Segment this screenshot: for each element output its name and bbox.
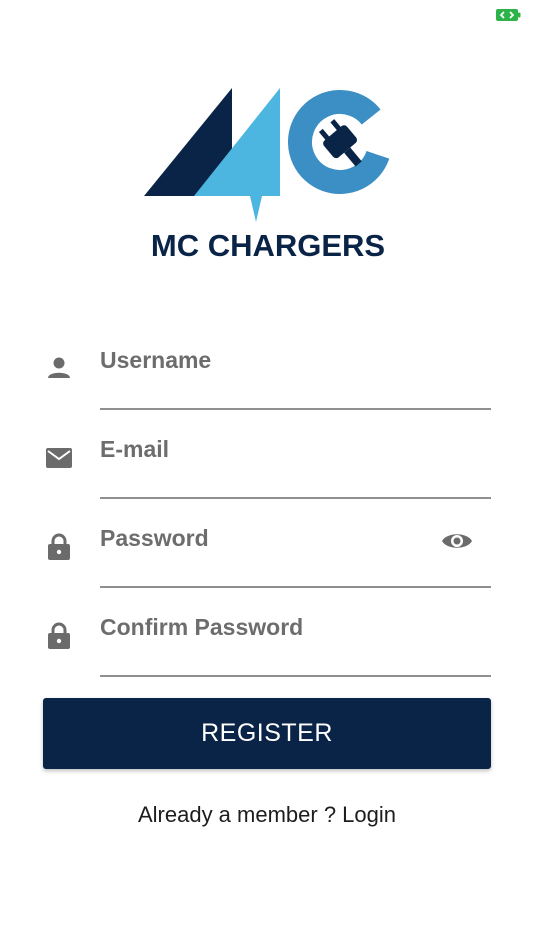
email-input[interactable] xyxy=(100,429,430,469)
mail-icon xyxy=(44,443,74,473)
login-prompt-text: Already a member ? xyxy=(137,802,343,827)
person-icon xyxy=(44,352,74,382)
register-button[interactable]: REGISTER xyxy=(43,698,491,769)
brand-logo: MC CHARGERS xyxy=(140,84,396,264)
confirm-password-underline xyxy=(100,675,491,677)
confirm-password-field-row xyxy=(0,607,534,687)
email-field-row xyxy=(0,429,534,509)
password-underline xyxy=(100,586,491,588)
password-field-row xyxy=(0,518,534,598)
login-prompt: Already a member ? Login xyxy=(0,802,534,828)
battery-charging-icon xyxy=(495,8,521,22)
show-password-eye-icon[interactable] xyxy=(440,524,474,558)
username-input[interactable] xyxy=(100,340,430,380)
password-input[interactable] xyxy=(100,518,430,558)
brand-name: MC CHARGERS xyxy=(151,228,385,263)
username-underline xyxy=(100,408,491,410)
confirm-password-input[interactable] xyxy=(100,607,430,647)
login-link[interactable]: Login xyxy=(342,802,396,827)
email-underline xyxy=(100,497,491,499)
lock-icon xyxy=(44,532,74,562)
username-field-row xyxy=(0,340,534,420)
lock-icon xyxy=(44,621,74,651)
